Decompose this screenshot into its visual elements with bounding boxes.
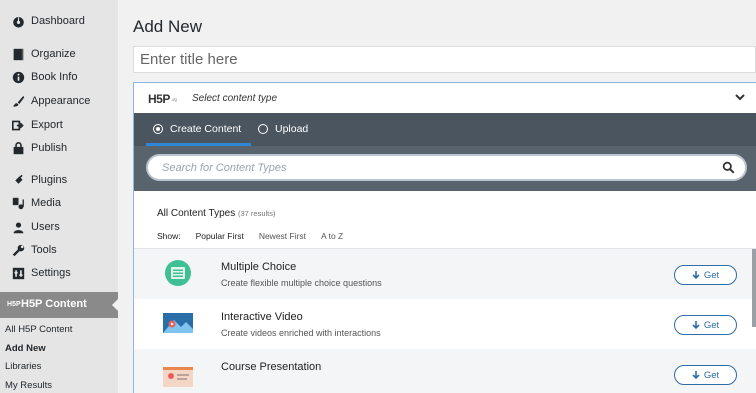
content-types-header: All Content Types (37 results) Show: Pop…: [134, 191, 756, 248]
radio-empty-icon: [258, 124, 268, 134]
sidebar-item-label: Settings: [31, 267, 71, 279]
download-arrow-icon: [692, 320, 700, 329]
search-input[interactable]: [162, 160, 702, 176]
get-button[interactable]: Get: [674, 265, 737, 285]
content-type-title: Multiple Choice: [221, 261, 297, 273]
get-button[interactable]: Get: [674, 365, 737, 385]
search-icon[interactable]: [722, 161, 735, 174]
submenu-all-h5p-content[interactable]: All H5P Content: [5, 324, 72, 335]
sidebar-item-media[interactable]: Media: [0, 196, 118, 210]
sort-a-to-z[interactable]: A to Z: [321, 231, 343, 241]
export-icon: [11, 118, 25, 132]
submenu-add-new[interactable]: Add New: [5, 343, 46, 354]
sidebar-item-label: H5P Content: [21, 298, 87, 310]
h5p-editor-panel: H5P.org Select content type Create Conte…: [133, 82, 756, 393]
sidebar-item-label: Book Info: [31, 71, 78, 83]
sort-popular-first[interactable]: Popular First: [196, 231, 244, 241]
content-type-title: Interactive Video: [221, 311, 303, 323]
content-type-description: Create flexible multiple choice question…: [221, 278, 382, 288]
content-type-selector[interactable]: H5P.org Select content type: [134, 83, 756, 113]
settings-icon: [11, 266, 25, 280]
list-scrollbar[interactable]: [752, 249, 756, 327]
sort-newest-first[interactable]: Newest First: [259, 231, 306, 241]
wrench-icon: [11, 243, 25, 257]
results-count: (37 results): [237, 209, 276, 218]
sidebar-item-dashboard[interactable]: Dashboard: [0, 14, 118, 28]
multiple-choice-icon: [165, 260, 191, 286]
download-arrow-icon: [692, 370, 700, 379]
book-icon: [11, 47, 25, 61]
sidebar-item-export[interactable]: Export: [0, 118, 118, 132]
title-field[interactable]: [133, 46, 756, 73]
sidebar-item-label: Tools: [31, 244, 57, 256]
search-box[interactable]: [146, 154, 747, 181]
list-item[interactable]: Multiple Choice Create flexible multiple…: [134, 249, 756, 299]
h5p-logo: H5P.org: [148, 92, 177, 106]
dashboard-icon: [11, 14, 25, 28]
sidebar-item-label: Publish: [31, 142, 68, 154]
title-input[interactable]: [134, 47, 755, 72]
sidebar-item-h5p-content[interactable]: H5P H5P Content: [0, 292, 119, 318]
media-icon: [11, 196, 25, 210]
h5p-icon: H5P: [7, 301, 21, 308]
tab-upload[interactable]: Upload: [258, 123, 308, 135]
hub-tabbar: Create Content Upload: [134, 113, 756, 146]
sort-options: Show: Popular First Newest First A to Z: [157, 231, 358, 241]
sidebar-item-label: Media: [31, 197, 61, 209]
sidebar-item-plugins[interactable]: Plugins: [0, 173, 118, 187]
sidebar-item-publish[interactable]: Publish: [0, 141, 118, 155]
sidebar-item-book-info[interactable]: Book Info: [0, 70, 118, 84]
radio-selected-icon: [153, 124, 163, 134]
tab-create-content[interactable]: Create Content: [153, 123, 241, 135]
sidebar-item-tools[interactable]: Tools: [0, 243, 118, 257]
get-button[interactable]: Get: [674, 315, 737, 335]
content-types-title: All Content Types (37 results): [157, 208, 276, 219]
sidebar-item-users[interactable]: Users: [0, 220, 118, 234]
select-content-type-label: Select content type: [192, 93, 278, 104]
sidebar-item-label: Users: [31, 221, 60, 233]
search-area: [134, 146, 756, 191]
show-label: Show:: [157, 231, 181, 241]
content-type-title: Course Presentation: [221, 361, 322, 373]
page-title: Add New: [133, 17, 202, 36]
sidebar-item-settings[interactable]: Settings: [0, 266, 118, 280]
list-item[interactable]: Course Presentation Get: [134, 349, 756, 393]
content-type-description: Create videos enriched with interactions: [221, 328, 381, 338]
plug-icon: [11, 173, 25, 187]
sidebar-item-label: Plugins: [31, 174, 68, 186]
sidebar-item-label: Appearance: [31, 95, 91, 107]
sidebar-item-appearance[interactable]: Appearance: [0, 94, 118, 108]
cart-icon: [11, 141, 25, 155]
sidebar-item-organize[interactable]: Organize: [0, 47, 118, 61]
sidebar-item-label: Organize: [31, 48, 76, 60]
info-icon: [11, 70, 25, 84]
course-presentation-icon: [163, 367, 193, 387]
chevron-down-icon[interactable]: [735, 92, 745, 102]
tab-label: Create Content: [170, 123, 242, 135]
list-item[interactable]: Interactive Video Create videos enriched…: [134, 299, 756, 349]
sidebar-item-label: Export: [31, 119, 63, 131]
content-type-list: Multiple Choice Create flexible multiple…: [134, 248, 756, 393]
current-menu-arrow: [112, 298, 119, 312]
interactive-video-icon: [163, 313, 193, 333]
submenu-libraries[interactable]: Libraries: [5, 361, 41, 372]
brush-icon: [11, 94, 25, 108]
sidebar-item-label: Dashboard: [31, 15, 85, 27]
admin-sidebar: Dashboard Organize Book Info Appearance …: [0, 0, 119, 393]
download-arrow-icon: [692, 270, 700, 279]
tab-label: Upload: [275, 123, 309, 135]
users-icon: [11, 220, 25, 234]
submenu-my-results[interactable]: My Results: [5, 380, 52, 391]
